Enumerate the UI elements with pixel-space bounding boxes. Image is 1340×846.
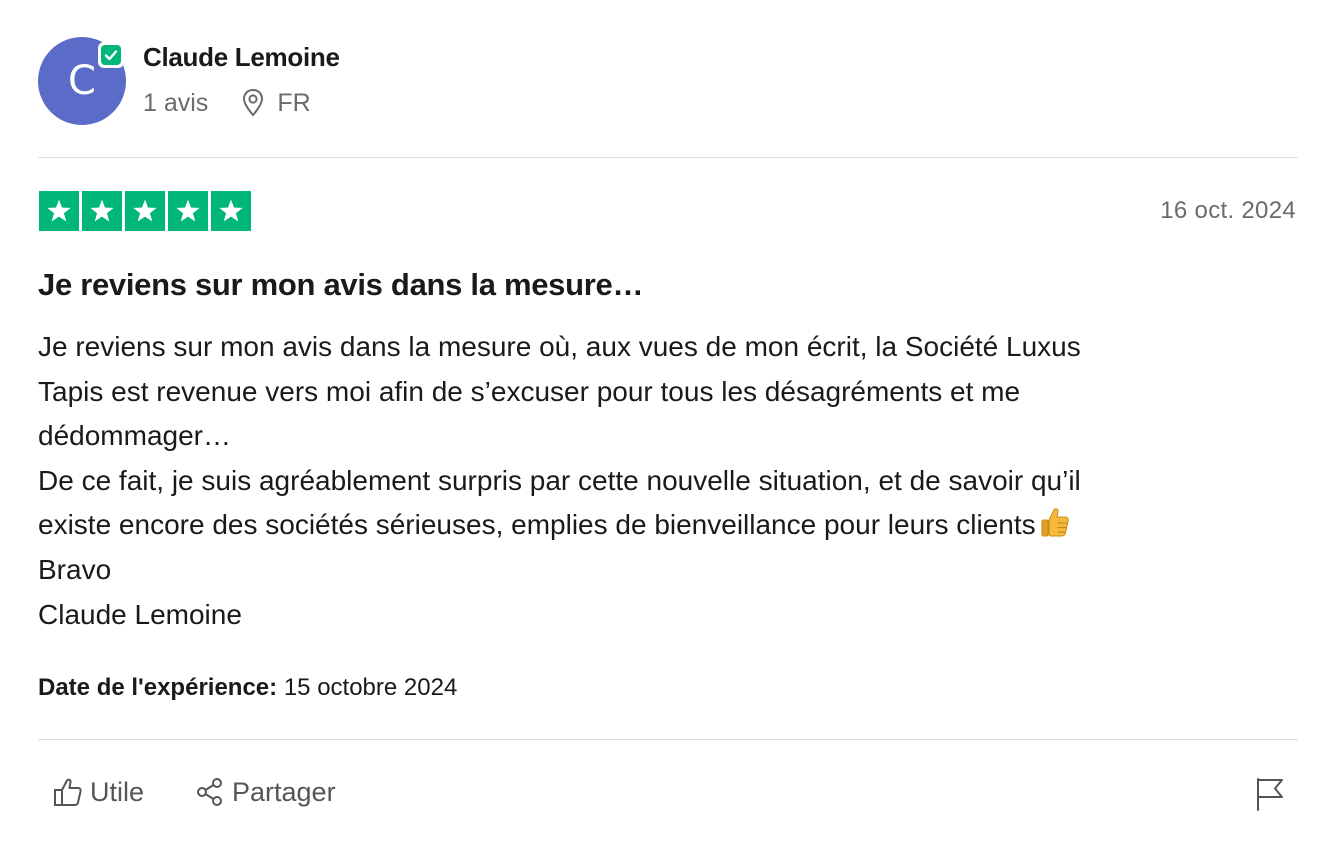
star-icon	[82, 191, 122, 231]
review-body-line-with-emoji: existe encore des sociétés sérieuses, em…	[38, 503, 1298, 548]
location-pin-icon	[243, 88, 264, 117]
useful-label: Utile	[90, 776, 145, 807]
star-rating	[39, 191, 251, 231]
review-body-line: Bravo	[38, 553, 112, 585]
header-divider	[38, 157, 1298, 158]
experience-date-label: Date de l'expérience:	[38, 674, 278, 701]
review-body-line: Je reviens sur mon avis dans la mesure o…	[38, 331, 1081, 362]
experience-date: Date de l'expérience: 15 octobre 2024	[38, 674, 457, 702]
report-flag-icon[interactable]	[1254, 776, 1286, 812]
review-body-line: existe encore des sociétés sérieuses, em…	[38, 509, 1036, 541]
footer-divider	[38, 739, 1298, 740]
star-icon	[168, 191, 208, 231]
reviews-count: 1 avis	[143, 88, 209, 117]
review-body-line: Claude Lemoine	[38, 598, 242, 630]
share-label: Partager	[232, 776, 336, 807]
review-body: Je reviens sur mon avis dans la mesure o…	[38, 325, 1298, 637]
reviewer-country: FR	[277, 88, 311, 117]
thumbs-up-icon	[54, 778, 82, 806]
review-date: 16 oct. 2024	[1160, 197, 1296, 224]
useful-button[interactable]: Utile	[52, 776, 144, 808]
share-icon	[197, 778, 222, 806]
star-icon	[39, 191, 79, 231]
review-body-line: dédommager…	[38, 420, 231, 452]
review-title[interactable]: Je reviens sur mon avis dans la mesure…	[38, 267, 643, 303]
star-icon	[125, 191, 165, 231]
review-body-line: De ce fait, je suis agréablement surpris…	[38, 464, 1081, 496]
review-body-line: Tapis est revenue vers moi afin de s’exc…	[38, 375, 1021, 407]
reviewer-meta: 1 avis FR	[143, 88, 311, 118]
verified-badge-icon	[98, 42, 124, 68]
thumbs-up-emoji-icon	[1041, 508, 1069, 537]
reviewer-header: C Claude Lemoine 1 avis FR	[38, 36, 1298, 128]
experience-date-value: 15 octobre 2024	[283, 674, 458, 701]
share-button[interactable]: Partager	[194, 776, 336, 808]
review-card: C Claude Lemoine 1 avis FR 16 oct. 2024 …	[38, 0, 1298, 846]
reviewer-name[interactable]: Claude Lemoine	[143, 42, 340, 73]
star-icon	[211, 191, 251, 231]
avatar-initial: C	[68, 58, 96, 104]
